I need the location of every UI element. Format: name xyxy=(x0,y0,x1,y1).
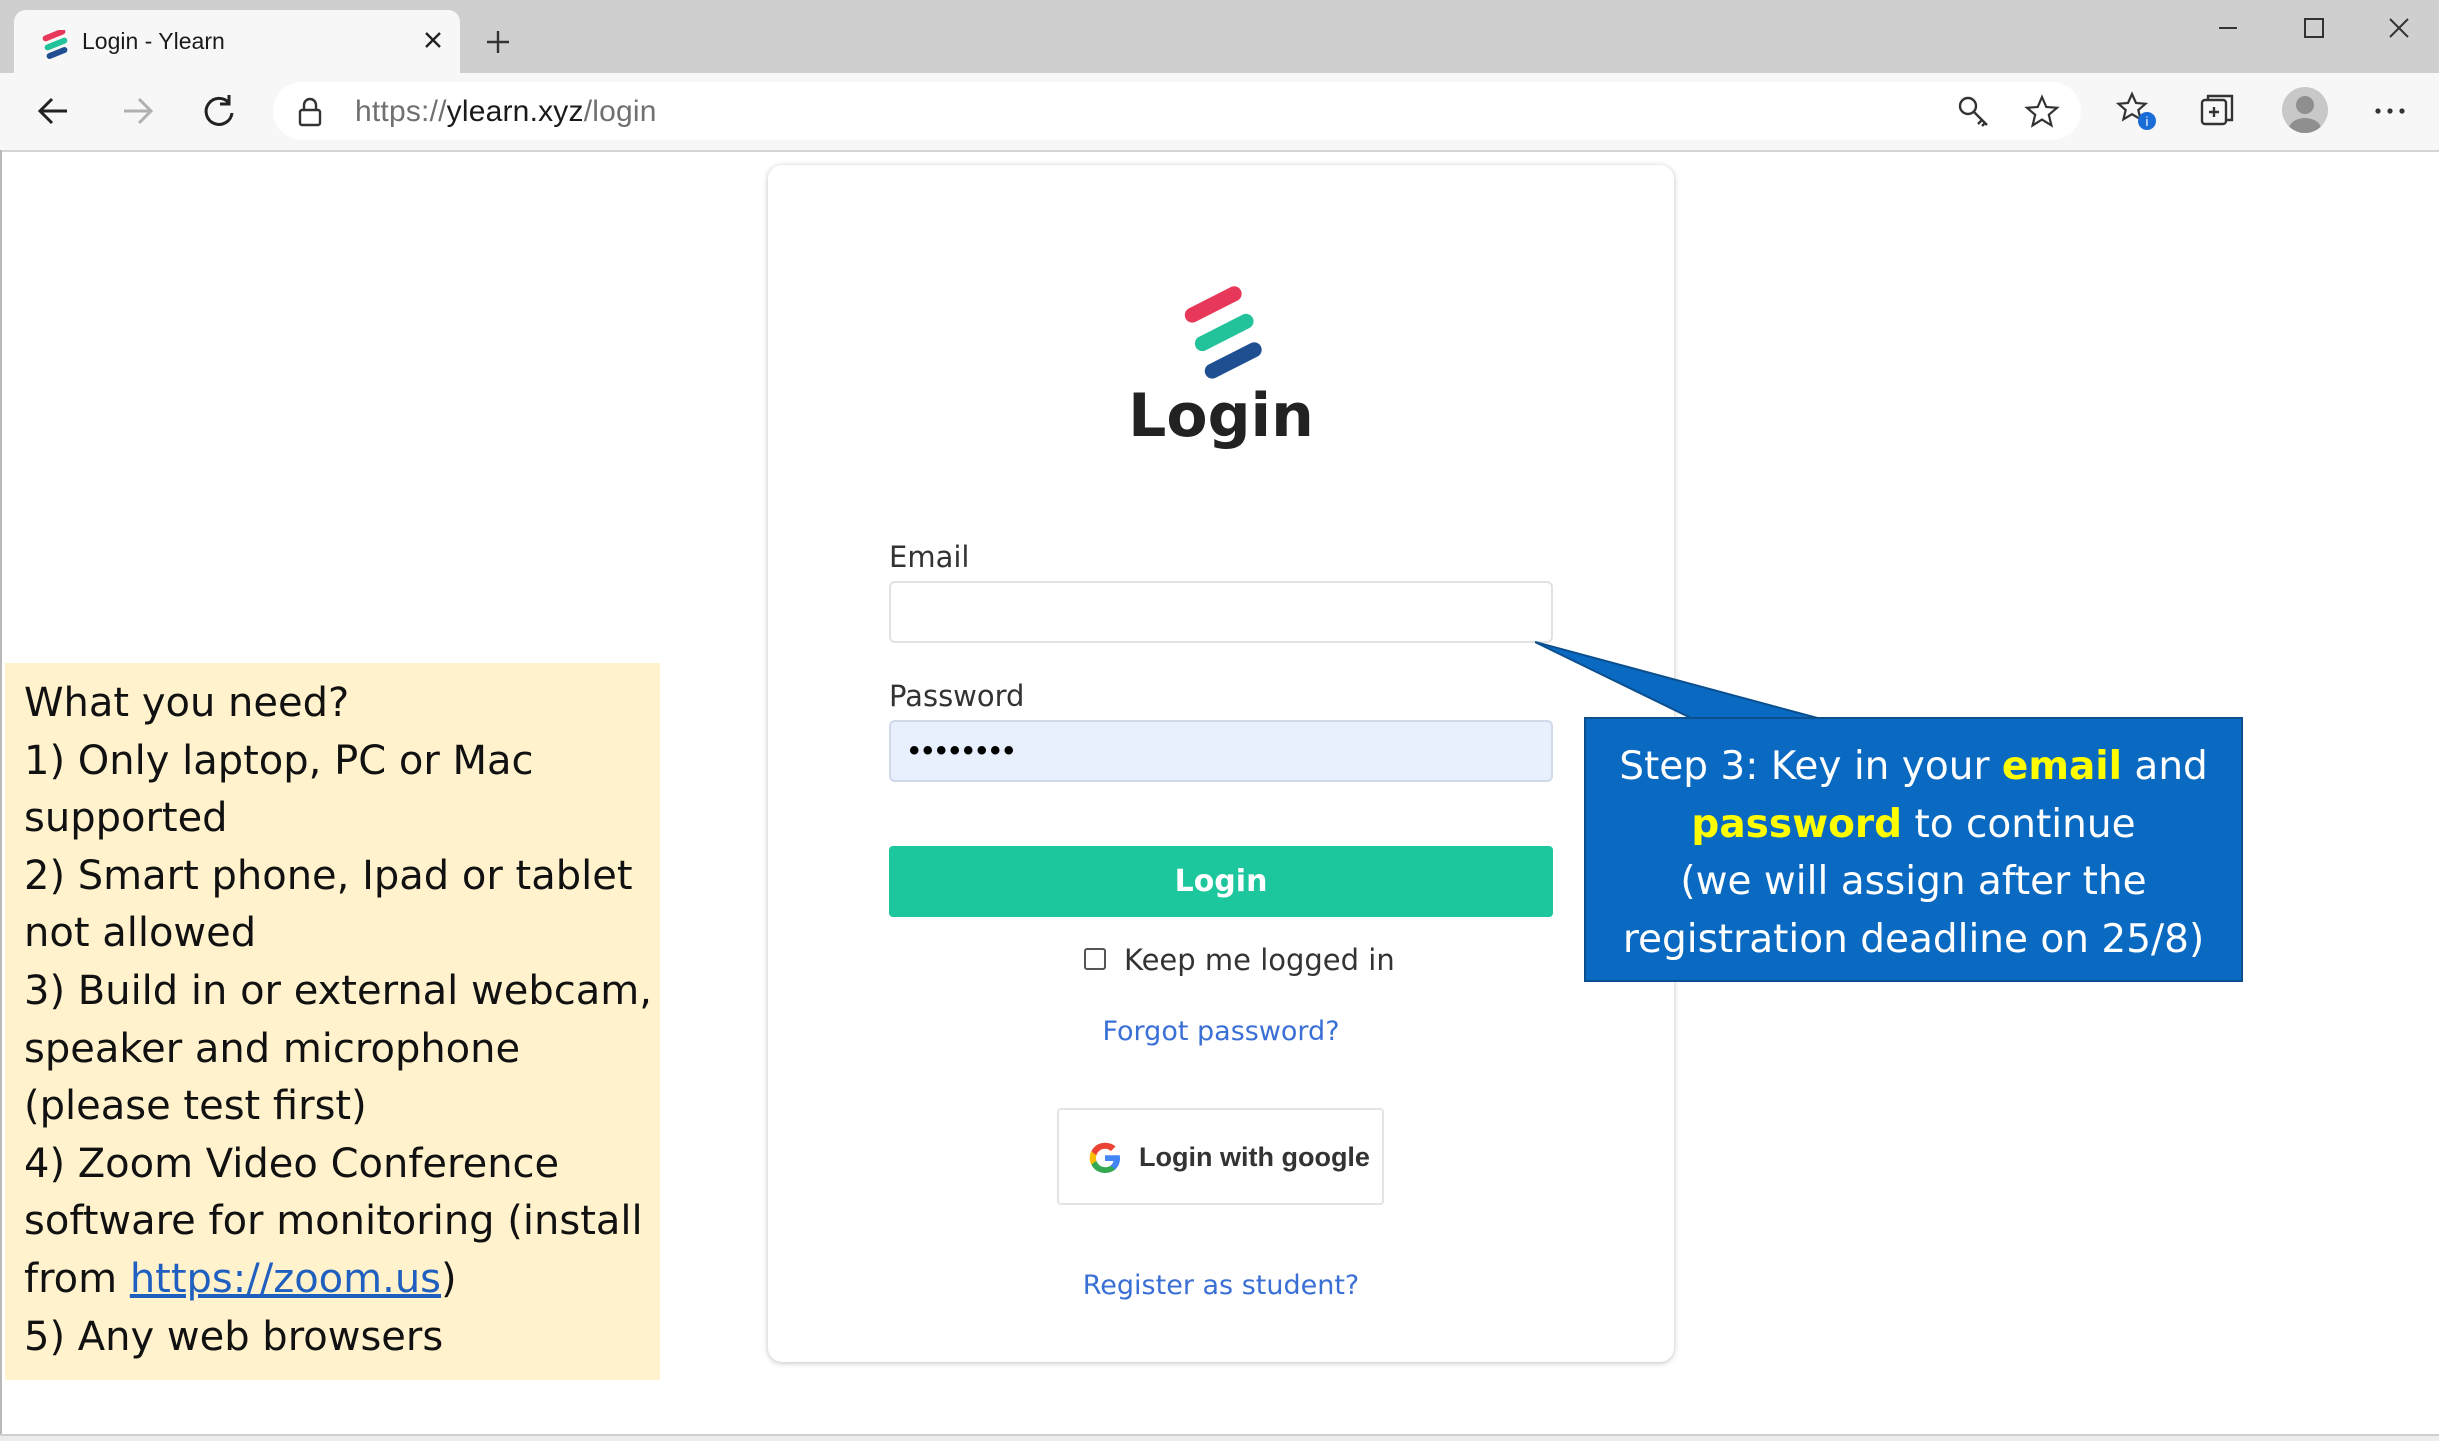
callout-pointer xyxy=(1535,641,1826,721)
callout-text: to continue xyxy=(1902,801,2136,847)
address-bar[interactable]: https://ylearn.xyz/login xyxy=(273,82,2081,140)
lock-icon[interactable] xyxy=(295,96,325,128)
page-left-edge xyxy=(0,150,2,1439)
profile-avatar[interactable] xyxy=(2282,87,2328,133)
close-tab-icon[interactable] xyxy=(416,23,450,57)
email-label: Email xyxy=(889,540,970,574)
profile-avatar-icon xyxy=(2289,96,2321,133)
callout-text: Step 3: Key in your xyxy=(1619,744,2002,789)
zoom-link[interactable]: https://zoom.us xyxy=(130,1256,441,1302)
requirements-heading: What you need? xyxy=(24,680,350,726)
callout-highlight-password: password xyxy=(1691,801,1903,847)
new-tab-icon[interactable] xyxy=(478,22,518,62)
email-field[interactable] xyxy=(889,581,1553,643)
requirement-line: 5) Any web browsers xyxy=(24,1313,444,1360)
keep-logged-in-checkbox[interactable] xyxy=(1084,948,1106,970)
google-icon xyxy=(1089,1142,1120,1173)
requirement-line: 2) Smart phone, Ipad or tablet xyxy=(24,852,633,899)
browser-toolbar: https://ylearn.xyz/login i xyxy=(0,73,2439,152)
requirement-line: not allowed xyxy=(24,910,257,957)
close-window-icon[interactable] xyxy=(2368,8,2428,48)
step3-callout: Step 3: Key in your email and password t… xyxy=(1584,717,2243,982)
ylearn-favicon-icon xyxy=(42,30,68,59)
requirements-note: What you need? 1) Only laptop, PC or Mac… xyxy=(5,663,660,1380)
refresh-icon[interactable] xyxy=(196,88,242,134)
favorites-icon[interactable]: i xyxy=(2114,89,2158,133)
ylearn-logo-icon xyxy=(1184,286,1262,379)
url-text[interactable]: https://ylearn.xyz/login xyxy=(355,95,657,129)
url-path: /login xyxy=(583,95,657,128)
callout-line: password to continue xyxy=(1586,796,2241,854)
page-bottom-edge xyxy=(0,1434,2439,1441)
register-student-link[interactable]: Register as student? xyxy=(768,1270,1674,1301)
password-field[interactable] xyxy=(889,720,1553,782)
login-with-google-button[interactable]: Login with google xyxy=(1057,1108,1384,1205)
forgot-password-link[interactable]: Forgot password? xyxy=(768,1016,1674,1047)
callout-line: registration deadline on 25/8) xyxy=(1622,916,2205,962)
requirement-line: 3) Build in or external webcam, xyxy=(24,967,652,1014)
maximize-window-icon[interactable] xyxy=(2282,8,2342,48)
requirement-line: supported xyxy=(24,795,228,842)
callout-highlight-email: email xyxy=(2001,744,2123,789)
requirement-line: software for monitoring (install xyxy=(24,1198,643,1245)
favorite-star-icon[interactable] xyxy=(2023,93,2061,131)
key-icon[interactable] xyxy=(1955,93,1993,131)
minimize-window-icon[interactable] xyxy=(2197,8,2257,48)
login-card: Login Email Password Login Keep me logge… xyxy=(768,165,1674,1362)
page-title: Login xyxy=(1128,381,1314,451)
requirement-line: (please test first) xyxy=(24,1083,367,1130)
back-arrow-icon[interactable] xyxy=(31,88,77,134)
callout-line: (we will assign after the xyxy=(1680,859,2147,904)
more-menu-icon[interactable] xyxy=(2368,89,2412,133)
requirement-line: from https://zoom.us) xyxy=(24,1251,644,1309)
requirement-text: ) xyxy=(441,1255,457,1302)
password-label: Password xyxy=(889,679,1025,713)
browser-titlebar: Login - Ylearn xyxy=(0,0,2439,73)
requirement-line: 4) Zoom Video Conference xyxy=(24,1140,560,1187)
svg-text:i: i xyxy=(2146,114,2149,129)
url-scheme: https:// xyxy=(355,95,447,128)
requirement-line: speaker and microphone xyxy=(24,1025,521,1072)
tab-title: Login - Ylearn xyxy=(82,28,225,54)
requirement-text: from xyxy=(24,1255,130,1302)
callout-text: and xyxy=(2122,744,2208,789)
url-host: ylearn.xyz xyxy=(446,95,584,128)
collections-icon[interactable] xyxy=(2195,89,2239,133)
requirement-line: 1) Only laptop, PC or Mac xyxy=(24,737,534,784)
login-button[interactable]: Login xyxy=(889,846,1553,917)
keep-logged-in-label[interactable]: Keep me logged in xyxy=(1124,943,1395,977)
google-button-label: Login with google xyxy=(1139,1142,1370,1172)
browser-tab-active[interactable]: Login - Ylearn xyxy=(14,10,460,73)
callout-line: Step 3: Key in your email and xyxy=(1586,738,2241,796)
forward-arrow-icon[interactable] xyxy=(114,88,160,134)
